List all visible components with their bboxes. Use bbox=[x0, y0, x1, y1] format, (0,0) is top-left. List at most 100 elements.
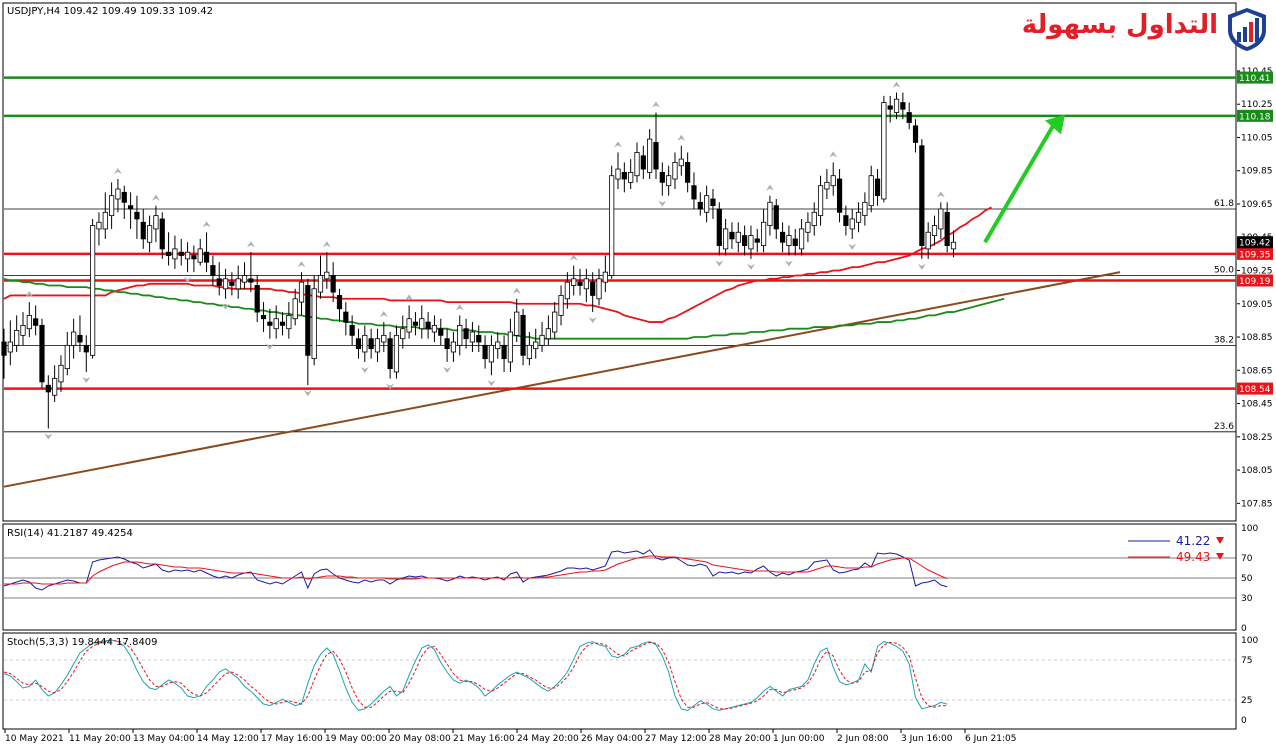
candle-body bbox=[241, 275, 248, 283]
candle-body bbox=[197, 248, 203, 263]
candle-body bbox=[83, 344, 89, 353]
candle-body bbox=[609, 175, 615, 276]
candle-body bbox=[919, 145, 925, 246]
candle-body bbox=[925, 231, 931, 250]
stoch-title: Stoch(5,3,3) 19.8444 17.8409 bbox=[7, 637, 158, 648]
candle-body bbox=[476, 334, 482, 343]
current-price-label: 109.42 bbox=[1239, 239, 1271, 249]
time-axis-label: 13 May 04:00 bbox=[133, 734, 195, 744]
candle-body bbox=[387, 338, 393, 370]
candle-body bbox=[628, 171, 634, 183]
candle-body bbox=[279, 321, 286, 326]
candle-body bbox=[222, 278, 229, 290]
candle-body bbox=[571, 278, 577, 286]
candle-body bbox=[533, 341, 539, 350]
candle-body bbox=[374, 338, 381, 353]
candle-body bbox=[501, 344, 507, 360]
candle-body bbox=[621, 171, 627, 180]
candle-body bbox=[862, 201, 868, 217]
candle-body bbox=[146, 225, 153, 243]
candle-body bbox=[558, 295, 564, 316]
candle-body bbox=[77, 334, 83, 343]
chart-shield-icon bbox=[1228, 8, 1266, 51]
candle-body bbox=[514, 311, 520, 336]
candle-body bbox=[938, 208, 944, 230]
candle-body bbox=[134, 211, 140, 220]
candle-body bbox=[704, 195, 710, 213]
logo-text: التداول بسهولة bbox=[1021, 10, 1218, 40]
candle-body bbox=[685, 162, 691, 183]
candle-body bbox=[311, 288, 317, 360]
candle-body bbox=[855, 211, 862, 223]
candle-body bbox=[165, 251, 172, 256]
candle-body bbox=[412, 321, 419, 326]
candle-body bbox=[235, 278, 241, 290]
candle-body bbox=[881, 102, 887, 200]
candle-body bbox=[210, 265, 216, 276]
price-axis-label: 109.05 bbox=[1241, 300, 1273, 310]
candle-body bbox=[729, 231, 735, 240]
candle-body bbox=[444, 338, 450, 350]
candle-body bbox=[590, 281, 596, 296]
candle-body bbox=[754, 238, 760, 243]
price-axis-label: 109.65 bbox=[1241, 200, 1273, 210]
candle-body bbox=[178, 251, 184, 256]
fib-level-label: 50.0 bbox=[1214, 265, 1234, 275]
candle-body bbox=[723, 228, 729, 250]
candle-body bbox=[127, 205, 134, 210]
candle-body bbox=[172, 248, 178, 260]
candle-body bbox=[545, 328, 551, 340]
candle-body bbox=[615, 168, 621, 180]
candle-body bbox=[203, 251, 210, 263]
rsi-axis-label: 50 bbox=[1241, 574, 1253, 584]
candle-body bbox=[90, 225, 96, 356]
candle-body bbox=[349, 324, 355, 336]
candle-body bbox=[805, 221, 811, 233]
candle-body bbox=[260, 315, 267, 320]
time-axis-label: 24 May 20:00 bbox=[517, 734, 579, 744]
candle-body bbox=[393, 334, 400, 373]
candle-body bbox=[779, 231, 786, 243]
candle-body bbox=[786, 235, 792, 246]
time-axis-label: 28 May 20:00 bbox=[709, 734, 771, 744]
time-axis-label: 21 May 16:00 bbox=[453, 734, 515, 744]
price-axis-label: 108.65 bbox=[1241, 366, 1273, 376]
price-axis-label: 108.45 bbox=[1241, 400, 1273, 410]
candle-body bbox=[666, 175, 672, 187]
candle-body bbox=[159, 218, 165, 250]
candle-body bbox=[691, 185, 697, 200]
rsi-legend-value: 41.22 bbox=[1176, 534, 1210, 548]
candle-body bbox=[267, 321, 273, 326]
candle-body bbox=[96, 221, 102, 230]
time-axis-label: 14 May 12:00 bbox=[197, 734, 259, 744]
candle-body bbox=[457, 324, 463, 346]
candle-body bbox=[1, 341, 7, 356]
candle-body bbox=[900, 102, 906, 110]
candle-body bbox=[330, 275, 336, 293]
candle-body bbox=[887, 105, 893, 110]
candle-body bbox=[140, 221, 146, 240]
candle-body bbox=[583, 278, 589, 290]
candle-body bbox=[868, 175, 874, 207]
candle-body bbox=[539, 334, 545, 346]
price-axis-label: 107.85 bbox=[1241, 499, 1273, 509]
candle-body bbox=[944, 211, 950, 246]
candle-body bbox=[39, 324, 45, 383]
candle-body bbox=[640, 155, 646, 170]
candle-body bbox=[45, 384, 51, 393]
candle-body bbox=[317, 275, 324, 293]
candle-body bbox=[362, 334, 368, 353]
candle-body bbox=[830, 175, 836, 187]
candle-body bbox=[564, 281, 570, 300]
candle-body bbox=[836, 178, 843, 213]
candle-body bbox=[368, 338, 374, 350]
time-axis-label: 27 May 12:00 bbox=[645, 734, 707, 744]
candle-body bbox=[438, 328, 444, 336]
candle-body bbox=[184, 251, 191, 260]
price-chart-title: USDJPY,H4 109.42 109.49 109.33 109.42 bbox=[7, 6, 213, 17]
candle-body bbox=[273, 318, 279, 330]
candle-body bbox=[678, 158, 684, 167]
candle-body bbox=[893, 98, 900, 113]
candle-body bbox=[843, 215, 849, 227]
candle-body bbox=[773, 205, 779, 230]
